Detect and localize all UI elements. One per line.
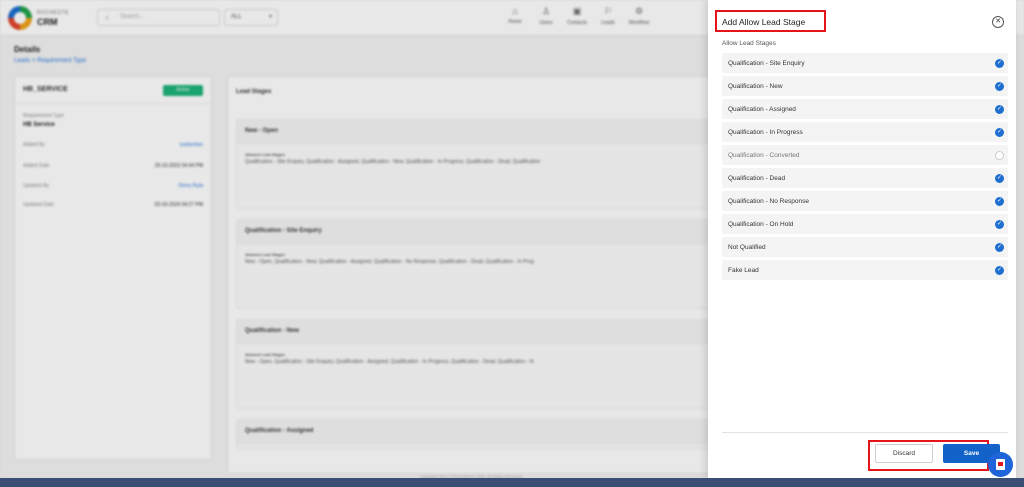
- modal-title: Add Allow Lead Stage: [715, 10, 826, 32]
- stage-option-label: Qualification - On Hold: [728, 221, 794, 228]
- checkmark-icon[interactable]: ✓: [995, 243, 1004, 252]
- stage-option-site-enquiry[interactable]: Qualification - Site Enquiry ✓: [722, 53, 1008, 73]
- close-icon[interactable]: ✕: [992, 16, 1004, 28]
- stage-option-no-response[interactable]: Qualification - No Response ✓: [722, 191, 1008, 211]
- stage-option-new[interactable]: Qualification - New ✓: [722, 76, 1008, 96]
- checkmark-icon[interactable]: ✓: [995, 59, 1004, 68]
- checkmark-icon[interactable]: ✓: [995, 266, 1004, 275]
- divider: [722, 432, 1008, 433]
- unchecked-circle-icon[interactable]: [995, 151, 1004, 160]
- stage-option-label: Qualification - Assigned: [728, 106, 796, 113]
- stage-option-fake-lead[interactable]: Fake Lead ✓: [722, 260, 1008, 280]
- stage-checklist: Qualification - Site Enquiry ✓ Qualificat…: [722, 53, 1008, 283]
- stage-option-label: Not Qualified: [728, 244, 766, 251]
- taskbar-strip: [0, 478, 1024, 487]
- floating-action-button[interactable]: [988, 452, 1013, 477]
- stage-option-label: Fake Lead: [728, 267, 759, 274]
- checkmark-icon[interactable]: ✓: [995, 220, 1004, 229]
- discard-button[interactable]: Discard: [875, 444, 933, 463]
- stage-option-converted[interactable]: Qualification - Converted: [722, 145, 1008, 165]
- stage-option-not-qualified[interactable]: Not Qualified ✓: [722, 237, 1008, 257]
- stage-option-label: Qualification - New: [728, 83, 783, 90]
- stage-option-assigned[interactable]: Qualification - Assigned ✓: [722, 99, 1008, 119]
- stage-option-label: Qualification - Converted: [728, 152, 800, 159]
- stage-option-label: Qualification - In Progress: [728, 129, 803, 136]
- allow-lead-stages-label: Allow Lead Stages: [722, 40, 776, 47]
- checkmark-icon[interactable]: ✓: [995, 174, 1004, 183]
- stage-option-label: Qualification - Dead: [728, 175, 786, 182]
- document-icon: [996, 459, 1005, 470]
- stage-option-in-progress[interactable]: Qualification - In Progress ✓: [722, 122, 1008, 142]
- stage-option-dead[interactable]: Qualification - Dead ✓: [722, 168, 1008, 188]
- checkmark-icon[interactable]: ✓: [995, 128, 1004, 137]
- checkmark-icon[interactable]: ✓: [995, 105, 1004, 114]
- checkmark-icon[interactable]: ✓: [995, 82, 1004, 91]
- checkmark-icon[interactable]: ✓: [995, 197, 1004, 206]
- stage-option-label: Qualification - No Response: [728, 198, 809, 205]
- stage-option-label: Qualification - Site Enquiry: [728, 60, 805, 67]
- add-allow-lead-stage-panel: Add Allow Lead Stage ✕ Allow Lead Stages…: [708, 0, 1016, 478]
- stage-option-on-hold[interactable]: Qualification - On Hold ✓: [722, 214, 1008, 234]
